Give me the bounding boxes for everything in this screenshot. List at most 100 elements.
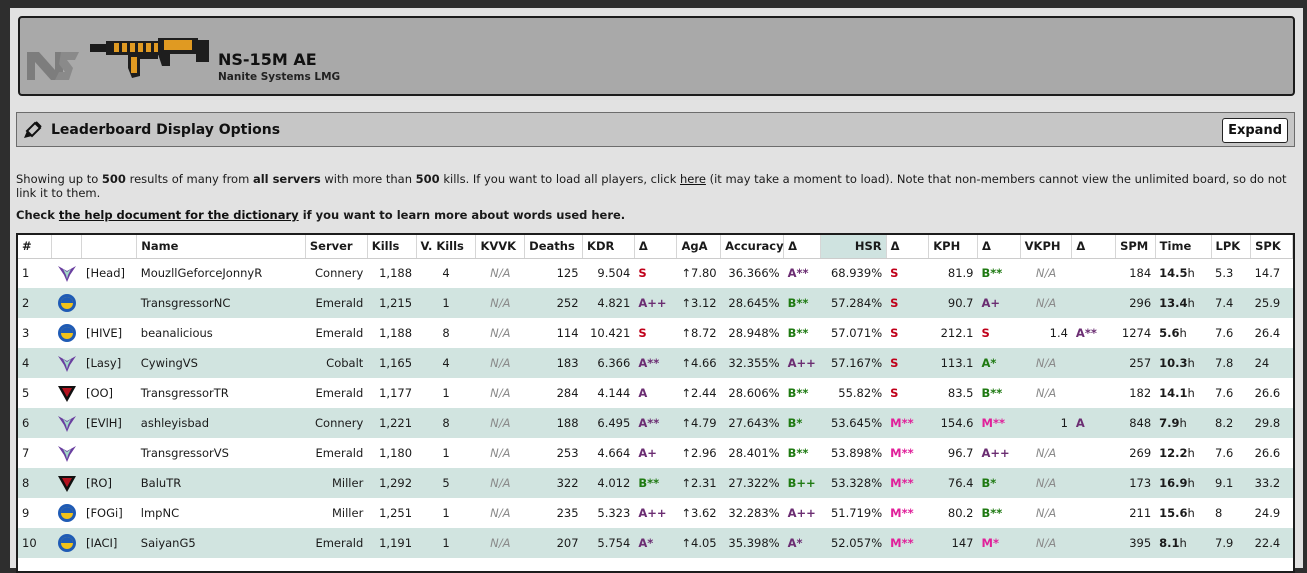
column-header-server[interactable]: Server (305, 235, 368, 259)
kdr-cell: 4.821 (582, 288, 635, 318)
kdr-cell: 6.366 (582, 348, 635, 378)
column-header-spk[interactable]: SPK (1250, 235, 1293, 259)
kvvk-cell: N/A (475, 468, 525, 498)
table-row[interactable]: 2 TransgressorNC Emerald 1,215 1 N/A 252 4.821 A… (18, 288, 1293, 318)
table-row[interactable]: 8 [RO] BaluTR Miller 1,292 5 N/A 322 4.012 B** ↑2.… (18, 468, 1293, 498)
table-row[interactable]: 10 [IACI] SaiyanG5 Emerald 1,191 1 N/A 207 5.754… (18, 528, 1293, 558)
vanu-sovereignty-icon (57, 446, 76, 462)
server-cell: Emerald (305, 288, 368, 318)
column-header-kdr-delta[interactable]: Δ (634, 235, 678, 259)
kills-cell: 1,251 (379, 506, 413, 520)
vkph-cell: N/A (1035, 446, 1057, 460)
spk-cell: 26.4 (1254, 326, 1281, 340)
table-row[interactable]: 7 TransgressorVS Emerald 1,180 1 N/A 253 4.664 A… (18, 438, 1293, 468)
kph-cell: 90.7 (928, 288, 978, 318)
table-row[interactable]: 3 [HIVE] beanalicious Emerald 1,188 8 N/A 114 10… (18, 318, 1293, 348)
hsr-cell: 52.057% (820, 528, 887, 558)
expand-button[interactable]: Expand (1222, 118, 1288, 143)
time-cell: 5.6h (1155, 318, 1211, 348)
column-header-hsr-delta[interactable]: Δ (886, 235, 930, 259)
time-unit: h (1179, 326, 1187, 340)
column-header-kvvk[interactable]: KVVK (475, 235, 526, 259)
column-header-accuracy-delta[interactable]: Δ (783, 235, 821, 259)
table-row[interactable]: 1 [Head] MouzllGeforceJonnyR Connery 1,188 4 N… (18, 258, 1293, 288)
load-all-link[interactable]: here (680, 172, 706, 186)
faction-cell (52, 378, 82, 408)
column-header-deaths[interactable]: Deaths (524, 235, 584, 259)
hsr-cell: 57.167% (820, 348, 887, 378)
vkph-grade (1071, 288, 1116, 318)
column-header-aga[interactable]: AgA (676, 235, 722, 259)
rank-cell: 3 (22, 326, 30, 340)
accuracy-cell: 27.322% (720, 468, 784, 498)
kills-cell: 1,221 (367, 408, 417, 438)
time-unit: h (1187, 446, 1195, 460)
column-header-spm[interactable]: SPM (1115, 235, 1156, 259)
table-row[interactable]: 4 [Lasy] CywingVS Cobalt 1,165 4 N/A 183 6.366 A*… (18, 348, 1293, 378)
terran-republic-icon (57, 476, 76, 492)
column-header-hsr[interactable]: HSR (820, 235, 887, 259)
deaths-cell: 235 (556, 506, 579, 520)
time-unit: h (1179, 536, 1187, 550)
leaderboard-options-bar: Leaderboard Display Options Expand (16, 112, 1295, 147)
kph-grade: S (981, 326, 990, 340)
table-row[interactable]: 5 [OO] TransgressorTR Emerald 1,177 1 N/A 284 4.… (18, 378, 1293, 408)
hsr-cell: 53.645% (820, 408, 887, 438)
weapon-header: NS-15M AE Nanite Systems LMG (18, 16, 1295, 96)
paintbrush-icon (24, 121, 42, 138)
hsr-grade: M** (890, 446, 914, 460)
help-dictionary-link[interactable]: the help document for the dictionary (59, 208, 299, 222)
vehicle-kills-cell: 5 (416, 468, 476, 498)
hsr-cell: 57.071% (830, 326, 883, 340)
column-header-kdr[interactable]: KDR (582, 235, 635, 259)
time-cell: 13.4h (1155, 288, 1212, 318)
kills-cell: 1,165 (367, 348, 417, 378)
kph-grade: B* (977, 468, 1021, 498)
kdr-grade: S (638, 266, 647, 281)
table-row[interactable]: 6 [EVlH] ashleyisbad Connery 1,221 8 N/A 188 6.4… (18, 408, 1293, 438)
hsr-grade: S (890, 386, 899, 400)
accuracy-cell: 28.606% (728, 386, 780, 400)
vehicle-kills-cell: 8 (416, 408, 476, 438)
column-header-vkph[interactable]: VKPH (1020, 235, 1073, 259)
options-title: Leaderboard Display Options (51, 122, 281, 138)
page: NS-15M AE Nanite Systems LMG Leaderboard… (10, 8, 1303, 573)
aga-cell: ↑3.62 (681, 506, 717, 520)
kvvk-cell: N/A (475, 408, 525, 438)
kvvk-cell: N/A (490, 386, 511, 400)
server-cell: Emerald (315, 446, 364, 460)
vehicle-kills-cell: 4 (442, 266, 450, 281)
accuracy-cell: 32.355% (720, 348, 784, 378)
column-header-vkph-delta[interactable]: Δ (1071, 235, 1117, 259)
kph-cell: 80.2 (947, 506, 974, 520)
column-header-vehicle-kills[interactable]: V. Kills (416, 235, 477, 259)
column-header-name[interactable]: Name (136, 235, 306, 259)
aga-cell: ↑7.80 (681, 266, 717, 281)
new-conglomerate-icon (57, 534, 76, 552)
server-cell: Connery (315, 266, 364, 281)
column-header-time[interactable]: Time (1155, 235, 1212, 259)
outfit-tag: [Head] (85, 266, 125, 281)
vehicle-kills-cell: 4 (416, 348, 476, 378)
lpk-cell: 7.6 (1215, 446, 1234, 460)
column-header-kills[interactable]: Kills (367, 235, 417, 259)
vehicle-kills-cell: 1 (416, 528, 476, 558)
faction-cell (51, 528, 82, 558)
spk-cell: 14.7 (1254, 266, 1281, 281)
hsr-grade: S (890, 326, 899, 340)
column-header-kph[interactable]: KPH (928, 235, 978, 259)
server-cell: Miller (305, 468, 368, 498)
vkph-grade (1072, 498, 1116, 528)
rank-cell: 7 (22, 446, 30, 460)
column-header-accuracy[interactable]: Accuracy (720, 235, 785, 259)
table-row[interactable]: 9 [FOGi] lmpNC Miller 1,251 1 N/A 235 5.323 A++ ↑3… (18, 498, 1293, 528)
column-header-lpk[interactable]: LPK (1211, 235, 1252, 259)
column-header-rank[interactable]: # (18, 235, 52, 259)
outfit-tag: [IACI] (81, 528, 137, 558)
spm-cell: 1274 (1121, 326, 1152, 340)
server-cell: Emerald (305, 528, 368, 558)
column-header-kph-delta[interactable]: Δ (977, 235, 1021, 259)
deaths-cell: 183 (524, 348, 583, 378)
kdr-cell: 4.144 (597, 386, 631, 400)
kdr-grade: B** (634, 468, 677, 498)
